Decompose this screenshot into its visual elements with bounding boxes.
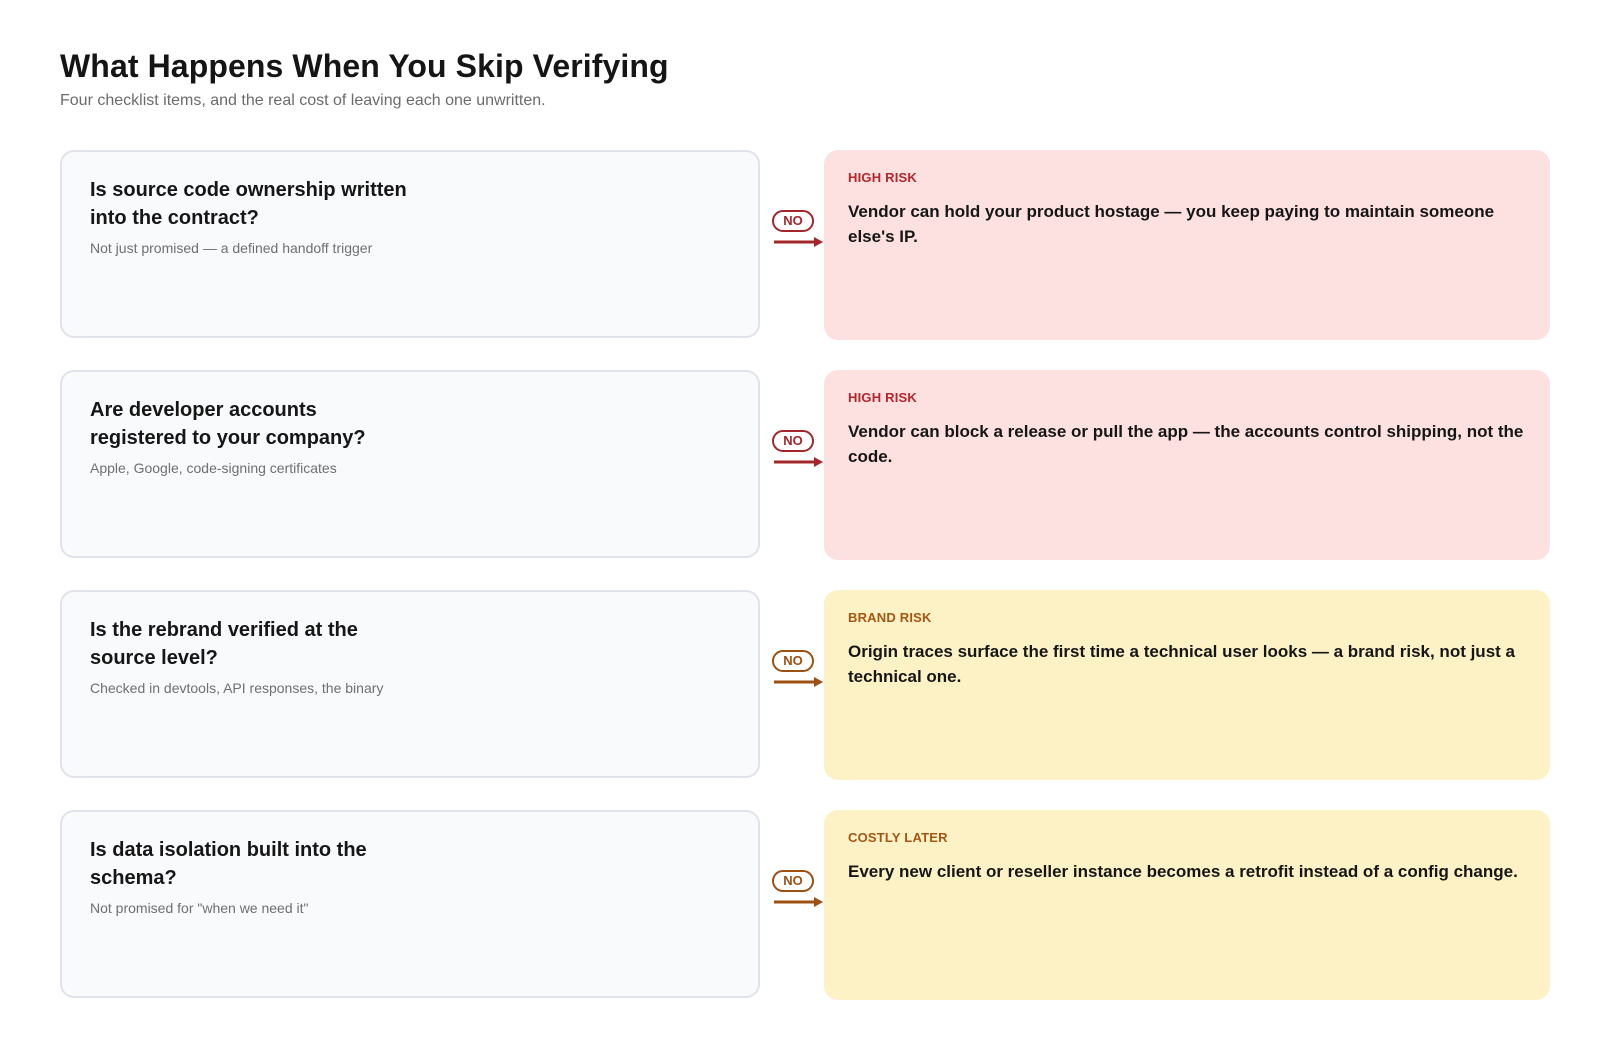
no-badge: NO [772,430,814,452]
arrow-right-icon [774,677,823,687]
question-text: Is the rebrand verified at the source le… [90,619,358,669]
checklist-row-rebrand: Is the rebrand verified at the source le… [60,590,1550,780]
outcome-text: Vendor can hold your product hostage — y… [848,202,1495,246]
risk-label: HIGH RISK [848,390,917,405]
arrow-right-icon [774,457,823,467]
arrow-right-icon [774,237,823,247]
checklist-rows: Is source code ownership written into th… [60,150,1550,1030]
no-connector: NO [770,870,830,914]
outcome-card: COSTLY LATER Every new client or reselle… [824,810,1550,1000]
no-connector: NO [770,210,830,254]
no-connector: NO [770,430,830,474]
risk-label: HIGH RISK [848,170,917,185]
outcome-text: Vendor can block a release or pull the a… [848,422,1524,466]
question-note: Not just promised — a defined handoff tr… [90,240,373,256]
question-text: Is source code ownership written into th… [90,179,407,229]
checklist-row-developer-accounts: Are developer accounts registered to you… [60,370,1550,560]
risk-label: BRAND RISK [848,610,932,625]
page-title: What Happens When You Skip Verifying [60,48,669,84]
arrow-right-icon [774,897,823,907]
question-card: Are developer accounts registered to you… [60,370,760,558]
checklist-row-source-code: Is source code ownership written into th… [60,150,1550,340]
no-badge: NO [772,650,814,672]
question-card: Is data isolation built into the schema?… [60,810,760,998]
outcome-card: HIGH RISK Vendor can block a release or … [824,370,1550,560]
question-text: Is data isolation built into the schema? [90,839,367,889]
checklist-row-data-isolation: Is data isolation built into the schema?… [60,810,1550,1000]
outcome-card: BRAND RISK Origin traces surface the fir… [824,590,1550,780]
question-text: Are developer accounts registered to you… [90,399,366,449]
question-note: Not promised for "when we need it" [90,900,309,916]
question-note: Apple, Google, code-signing certificates [90,460,337,476]
no-badge: NO [772,210,814,232]
question-note: Checked in devtools, API responses, the … [90,680,384,696]
outcome-text: Origin traces surface the first time a t… [848,642,1515,686]
question-card: Is the rebrand verified at the source le… [60,590,760,778]
no-badge: NO [772,870,814,892]
risk-label: COSTLY LATER [848,830,948,845]
page-subtitle: Four checklist items, and the real cost … [60,92,546,109]
outcome-text: Every new client or reseller instance be… [848,862,1518,881]
question-card: Is source code ownership written into th… [60,150,760,338]
no-connector: NO [770,650,830,694]
outcome-card: HIGH RISK Vendor can hold your product h… [824,150,1550,340]
